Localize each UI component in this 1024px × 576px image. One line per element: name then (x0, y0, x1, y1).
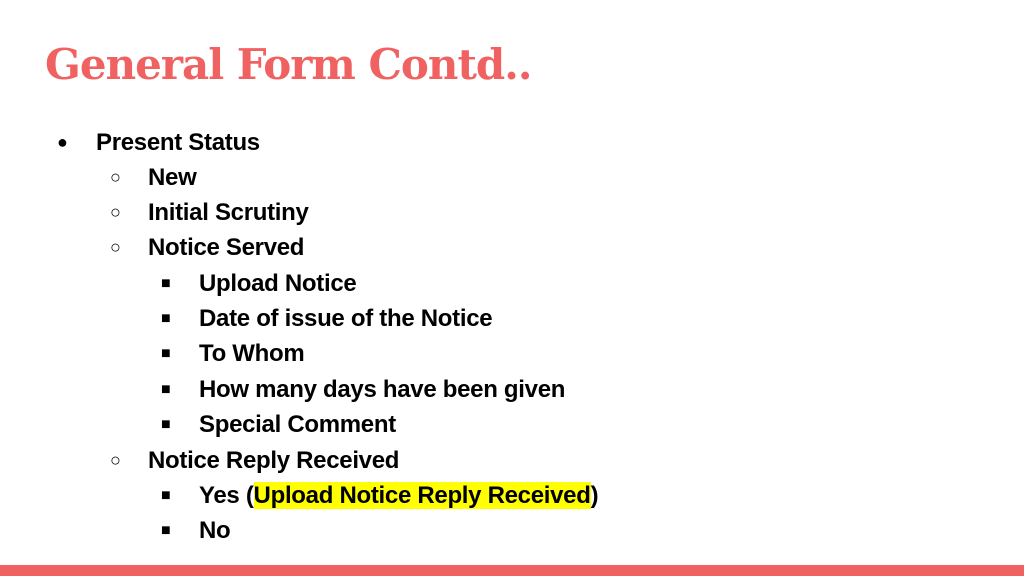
list-item-no: ■ No (161, 513, 231, 548)
square-bullet-icon: ■ (161, 487, 171, 504)
hollow-circle-bullet-icon: ○ (110, 202, 121, 222)
list-item-date-of-issue: ■ Date of issue of the Notice (161, 301, 493, 336)
list-item-special-comment: ■ Special Comment (161, 407, 396, 442)
square-bullet-icon: ■ (161, 310, 171, 327)
square-bullet-icon: ■ (161, 345, 171, 362)
list-item-label: Notice Reply Received (148, 447, 400, 474)
list-item-label-prefix: Yes ( (199, 482, 254, 509)
hollow-circle-bullet-icon: ○ (110, 450, 121, 470)
square-bullet-icon: ■ (161, 416, 171, 433)
list-item-notice-reply-received: ○ Notice Reply Received (110, 443, 400, 478)
list-item-label: Upload Notice (199, 270, 357, 297)
list-item-label: No (199, 517, 231, 544)
list-item-label: Present Status (96, 129, 260, 156)
hollow-circle-bullet-icon: ○ (110, 237, 121, 257)
list-item-yes: ■ Yes (Upload Notice Reply Received) (161, 478, 599, 513)
list-item-label: How many days have been given (199, 376, 566, 403)
list-item-label: Date of issue of the Notice (199, 305, 493, 332)
square-bullet-icon: ■ (161, 522, 171, 539)
list-item-notice-served: ○ Notice Served (110, 230, 305, 265)
list-item-new: ○ New (110, 160, 197, 195)
list-item-label: Special Comment (199, 411, 396, 438)
highlighted-text: Upload Notice Reply Received (253, 482, 591, 509)
list-item-label-suffix: ) (590, 482, 599, 509)
list-item-days-given: ■ How many days have been given (161, 372, 566, 407)
list-item-label: Notice Served (148, 234, 305, 261)
square-bullet-icon: ■ (161, 381, 171, 398)
hollow-circle-bullet-icon: ○ (110, 167, 121, 187)
list-item-initial-scrutiny: ○ Initial Scrutiny (110, 195, 309, 230)
bottom-accent-bar (0, 565, 1024, 576)
list-item-present-status: ● Present Status (57, 125, 260, 160)
square-bullet-icon: ■ (161, 275, 171, 292)
slide-title: General Form Contd.. (45, 40, 532, 89)
filled-circle-bullet-icon: ● (57, 132, 68, 152)
list-item-label: Initial Scrutiny (148, 199, 309, 226)
list-item-to-whom: ■ To Whom (161, 336, 305, 371)
list-item-upload-notice: ■ Upload Notice (161, 266, 357, 301)
list-item-label: To Whom (199, 340, 305, 367)
list-item-label: New (148, 164, 197, 191)
